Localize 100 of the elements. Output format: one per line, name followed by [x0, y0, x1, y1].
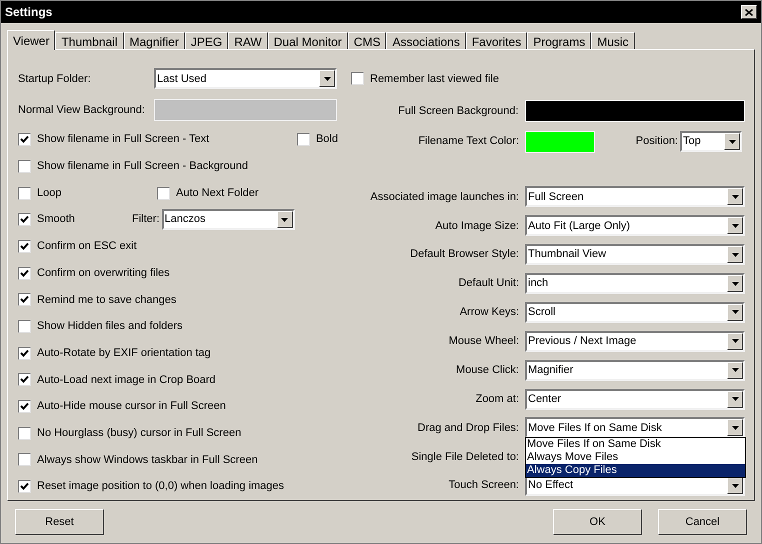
dropdown[interactable]: Scroll	[525, 302, 745, 323]
checkbox[interactable]	[351, 72, 364, 86]
dropdown-arrow-button[interactable]	[727, 477, 743, 494]
field-label: Zoom at:	[474, 392, 519, 407]
tab[interactable]: Dual Monitor	[268, 32, 348, 49]
caret-icon	[281, 218, 288, 222]
cancel-button[interactable]: Cancel	[658, 509, 747, 535]
dropdown-arrow-button[interactable]	[724, 133, 740, 150]
dropdown[interactable]: Center	[525, 388, 745, 410]
dropdown[interactable]: Last Used	[154, 68, 337, 90]
checkbox[interactable]	[18, 266, 31, 280]
checkbox-label: Show Hidden files and folders	[37, 319, 183, 334]
checkbox-label: Show filename in Full Screen - Background	[37, 159, 248, 174]
field-label: Full Screen Background:	[397, 104, 519, 119]
checkbox[interactable]	[18, 320, 31, 333]
field-label: Filter:	[132, 212, 160, 228]
checkbox-label: Show filename in Full Screen - Text	[37, 132, 210, 148]
checkbox[interactable]	[18, 160, 31, 173]
dropdown[interactable]: Top	[680, 131, 742, 152]
field-label: Auto Image Size:	[434, 218, 519, 234]
checkbox-label: Auto Next Folder	[176, 186, 259, 201]
dropdown-arrow-button[interactable]	[727, 246, 743, 264]
checkbox[interactable]	[18, 453, 31, 466]
dropdown[interactable]: Magnifier	[525, 360, 745, 381]
dropdown-arrow-button[interactable]	[727, 390, 743, 408]
caret-icon	[732, 484, 738, 488]
dropdown[interactable]: Full Screen	[525, 186, 745, 208]
ok-button[interactable]: OK	[553, 509, 642, 535]
caret-icon	[324, 76, 330, 81]
dropdown-option[interactable]: Always Copy Files	[526, 464, 745, 478]
checkbox[interactable]	[18, 133, 31, 146]
dropdown[interactable]: Thumbnail View	[525, 244, 745, 266]
field-label: Default Unit:	[457, 276, 519, 292]
field-label: Default Browser Style:	[409, 247, 519, 262]
tab[interactable]: RAW	[228, 32, 268, 49]
dropdown-arrow-button[interactable]	[727, 275, 743, 292]
checkbox-label: Remember last viewed file	[370, 72, 499, 87]
caret-icon	[728, 140, 736, 144]
tab[interactable]: CMS	[348, 32, 386, 49]
field-label: Single File Deleted to:	[410, 450, 519, 465]
tab[interactable]: Programs	[527, 32, 592, 49]
checkbox[interactable]	[18, 346, 31, 360]
field-label: Arrow Keys:	[458, 305, 519, 320]
checkbox[interactable]	[18, 480, 31, 494]
caret-icon	[732, 310, 738, 314]
caret-icon	[732, 194, 738, 199]
field-label: Drag and Drop Files:	[416, 420, 519, 436]
dropdown-arrow-button[interactable]	[727, 362, 743, 379]
tab[interactable]: Thumbnail	[55, 32, 124, 49]
checkbox-label: Confirm on overwriting files	[37, 266, 170, 281]
dropdown-option[interactable]: Move Files If on Same Disk	[526, 438, 745, 452]
caret-icon	[732, 426, 738, 430]
dropdown[interactable]: inch	[525, 273, 745, 294]
dropdown-arrow-button[interactable]	[727, 217, 743, 234]
checkbox[interactable]	[18, 293, 31, 306]
checkbox[interactable]	[18, 373, 31, 386]
tab[interactable]: Magnifier	[124, 32, 185, 49]
dropdown[interactable]: Move Files If on Same Disk	[525, 417, 745, 438]
checkbox[interactable]	[18, 213, 31, 226]
dropdown-arrow-button[interactable]	[727, 304, 743, 321]
color-field[interactable]	[525, 130, 595, 153]
dropdown[interactable]: Lanczos	[162, 209, 294, 230]
checkbox-label: Remind me to save changes	[37, 292, 176, 308]
tab[interactable]: Music	[591, 32, 635, 49]
checkbox[interactable]	[296, 133, 310, 146]
dropdown-arrow-button[interactable]	[319, 70, 335, 88]
dropdown-option[interactable]: Always Move Files	[526, 451, 745, 464]
dropdown[interactable]: Auto Fit (Large Only)	[525, 215, 745, 236]
checkbox-label: Reset image position to (0,0) when loading images	[37, 479, 284, 494]
dropdown-arrow-button[interactable]	[727, 188, 743, 206]
checkbox[interactable]	[18, 400, 31, 413]
dropdown-arrow-button[interactable]	[276, 211, 292, 228]
field-label: Position:	[636, 134, 678, 150]
checkbox[interactable]	[157, 186, 170, 200]
tab[interactable]: Associations	[386, 32, 466, 49]
checkbox[interactable]	[18, 240, 31, 253]
caret-icon	[732, 368, 738, 372]
tab[interactable]: Viewer	[7, 30, 56, 50]
dropdown[interactable]: Previous / Next Image	[525, 330, 745, 352]
close-button[interactable]	[741, 5, 757, 19]
checkbox-label: Always show Windows taskbar in Full Screen	[37, 452, 258, 468]
checkbox-label: Auto-Hide mouse cursor in Full Screen	[37, 399, 226, 414]
window-title: Settings	[5, 4, 54, 21]
color-field[interactable]	[524, 100, 745, 122]
dropdown-arrow-button[interactable]	[727, 332, 743, 350]
checkbox-label: Auto-Rotate by EXIF orientation tag	[37, 346, 211, 361]
color-field[interactable]	[154, 99, 337, 122]
reset-button[interactable]: Reset	[15, 509, 104, 535]
checkbox[interactable]	[18, 426, 31, 440]
caret-icon	[732, 224, 738, 228]
field-label: Mouse Wheel:	[448, 334, 519, 350]
field-label: Mouse Click:	[455, 362, 519, 378]
tab[interactable]: JPEG	[184, 32, 228, 49]
tab[interactable]: Favorites	[466, 32, 528, 49]
caret-icon	[732, 397, 738, 402]
field-label: Touch Screen:	[448, 478, 519, 494]
field-label: Startup Folder:	[18, 72, 92, 87]
dropdown-arrow-button[interactable]	[727, 419, 743, 436]
checkbox[interactable]	[18, 186, 31, 200]
caret-icon	[732, 282, 738, 286]
